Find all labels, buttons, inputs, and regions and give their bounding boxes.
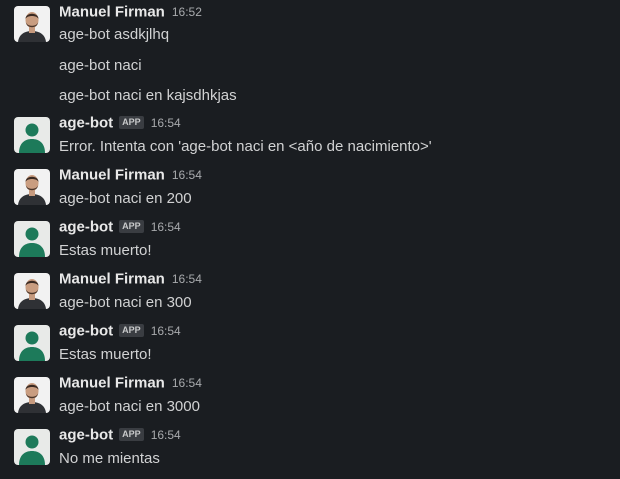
sender-name[interactable]: Manuel Firman [59,3,165,20]
bot-avatar[interactable] [14,325,50,361]
bot-avatar[interactable] [14,221,50,257]
timestamp[interactable]: 16:52 [172,5,202,19]
user-avatar[interactable] [14,169,50,205]
sender-name[interactable]: Manuel Firman [59,270,165,287]
user-avatar[interactable] [14,273,50,309]
user-avatar[interactable] [14,6,50,42]
message-text: age-bot naci en kajsdhkjas [59,87,237,104]
message-text: Estas muerto! [59,242,152,259]
app-badge: APP [119,324,144,338]
sender-name[interactable]: age-bot [59,426,113,443]
timestamp[interactable]: 16:54 [151,220,181,234]
app-badge: APP [119,428,144,442]
timestamp[interactable]: 16:54 [151,428,181,442]
sender-name[interactable]: age-bot [59,322,113,339]
sender-name[interactable]: Manuel Firman [59,166,165,183]
message-text: age-bot naci [59,57,142,74]
app-badge: APP [119,220,144,234]
message-feed: Manuel Firman 16:52 age-bot asdkjlhq age-… [0,0,620,479]
timestamp[interactable]: 16:54 [172,168,202,182]
message-text: age-bot naci en 300 [59,294,192,311]
message-text: age-bot naci en 3000 [59,398,200,415]
timestamp[interactable]: 16:54 [172,376,202,390]
message-text: age-bot asdkjlhq [59,26,170,43]
timestamp[interactable]: 16:54 [151,116,181,130]
sender-name[interactable]: age-bot [59,218,113,235]
message-text: No me mientas [59,450,160,467]
sender-name[interactable]: Manuel Firman [59,374,165,391]
app-badge: APP [119,116,144,130]
sender-name[interactable]: age-bot [59,114,113,131]
bot-avatar[interactable] [14,429,50,465]
bot-avatar[interactable] [14,117,50,153]
message-text: Estas muerto! [59,346,152,363]
timestamp[interactable]: 16:54 [172,272,202,286]
user-avatar[interactable] [14,377,50,413]
timestamp[interactable]: 16:54 [151,324,181,338]
message-text: age-bot naci en 200 [59,190,192,207]
message-text: Error. Intenta con 'age-bot naci en <año… [59,138,432,155]
